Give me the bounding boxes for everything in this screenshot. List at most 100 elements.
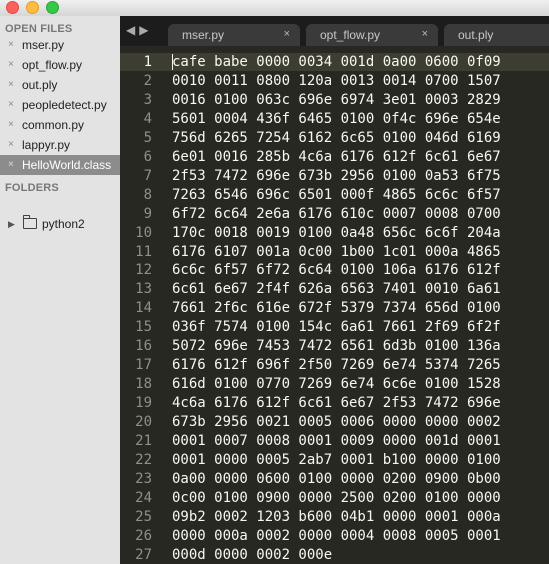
tab-out-ply[interactable]: out.ply bbox=[444, 24, 549, 46]
code-line: 5072 696e 7453 7472 6561 6d3b 0100 136a bbox=[172, 338, 501, 355]
line-number: 13 bbox=[135, 281, 152, 298]
line-number: 26 bbox=[135, 527, 152, 544]
zoom-window-button[interactable] bbox=[46, 1, 59, 14]
code-line: 09b2 0002 1203 b600 04b1 0000 0001 000a bbox=[172, 508, 501, 525]
sidebar: OPEN FILES × mser.py × opt_flow.py × out.ply ×… bbox=[0, 16, 121, 564]
tab-opt-flow-py[interactable]: opt_flow.py × bbox=[306, 24, 438, 46]
line-number: 20 bbox=[135, 414, 152, 431]
tab-nav-right-icon[interactable]: ▶ bbox=[139, 23, 152, 37]
tab-label: out.ply bbox=[458, 28, 494, 42]
folders-header: FOLDERS bbox=[5, 182, 59, 194]
tab-close-icon[interactable]: × bbox=[422, 28, 428, 40]
line-number: 21 bbox=[135, 433, 152, 449]
close-file-icon[interactable]: × bbox=[8, 35, 14, 55]
close-file-icon[interactable]: × bbox=[8, 95, 14, 115]
code-line: 2f53 7472 696e 673b 2956 0100 0a53 6f75 bbox=[172, 167, 501, 184]
code-line: 0016 0100 063c 696e 6974 3e01 0003 2829 bbox=[172, 91, 501, 108]
disclosure-triangle-icon[interactable]: ▶ bbox=[8, 214, 15, 234]
line-number: 1 bbox=[143, 54, 152, 70]
open-files-header: OPEN FILES bbox=[5, 23, 73, 35]
tab-bar: ◀▶ mser.py × opt_flow.py × out.ply bbox=[120, 16, 549, 46]
line-number: 3 bbox=[143, 91, 152, 108]
code-line: 4c6a 6176 612f 6c61 6e67 2f53 7472 696e bbox=[172, 395, 501, 412]
close-file-icon[interactable]: × bbox=[8, 155, 14, 175]
text-caret bbox=[172, 54, 173, 70]
open-file-name: opt_flow.py bbox=[22, 58, 83, 72]
line-number: 6 bbox=[143, 148, 152, 165]
code-line: 000d 0000 0002 000e bbox=[172, 546, 333, 563]
line-number: 25 bbox=[135, 508, 152, 525]
line-number: 9 bbox=[143, 205, 152, 222]
open-file-item[interactable]: × mser.py bbox=[0, 35, 120, 55]
open-file-item[interactable]: × peopledetect.py bbox=[0, 95, 120, 115]
folder-icon bbox=[23, 215, 37, 229]
line-number: 19 bbox=[135, 395, 152, 412]
title-bar bbox=[0, 0, 549, 16]
code-line: 5601 0004 436f 6465 0100 0f4c 696e 654e bbox=[172, 110, 501, 127]
code-line: 0001 0000 0005 2ab7 0001 b100 0000 0100 bbox=[172, 451, 501, 468]
code-line: 6f72 6c64 2e6a 6176 610c 0007 0008 0700 bbox=[172, 205, 501, 222]
code-line: 616d 0100 0770 7269 6e74 6c6e 0100 1528 bbox=[172, 376, 501, 393]
code-line: cafe babe 0000 0034 001d 0a00 0600 0f09 bbox=[172, 54, 501, 70]
minimize-window-button[interactable] bbox=[26, 1, 39, 14]
open-file-item[interactable]: × out.ply bbox=[0, 75, 120, 95]
editor-pane[interactable]: ◀▶ mser.py × opt_flow.py × out.ply 12345… bbox=[120, 16, 549, 564]
code-line: 170c 0018 0019 0100 0a48 656c 6c6f 204a bbox=[172, 224, 501, 241]
line-number: 10 bbox=[135, 224, 152, 241]
line-number-gutter: 1 2 3 4 5 6 7 8 9 10 11 12 13 14 15 16 17 18 19 20 21 22 23 24 2… bbox=[120, 52, 158, 564]
tab-close-icon[interactable]: × bbox=[284, 28, 290, 40]
code-line: 0010 0011 0800 120a 0013 0014 0700 1507 bbox=[172, 72, 501, 89]
line-number: 27 bbox=[135, 546, 152, 563]
open-file-name: peopledetect.py bbox=[22, 98, 107, 112]
open-file-item[interactable]: × lappyr.py bbox=[0, 135, 120, 155]
line-number: 4 bbox=[143, 110, 152, 127]
line-number: 16 bbox=[135, 338, 152, 355]
code-line: 756d 6265 7254 6162 6c65 0100 046d 6169 bbox=[172, 129, 501, 146]
close-file-icon[interactable]: × bbox=[8, 115, 14, 135]
code-line: 6176 6107 001a 0c00 1b00 1c01 000a 4865 bbox=[172, 243, 501, 260]
code-line: 0c00 0100 0900 0000 2500 0200 0100 0000 bbox=[172, 489, 501, 506]
line-number: 18 bbox=[135, 376, 152, 393]
line-number: 2 bbox=[143, 72, 152, 89]
close-window-button[interactable] bbox=[6, 1, 19, 14]
line-number: 24 bbox=[135, 489, 152, 506]
code-line: 7263 6546 696c 6501 000f 4865 6c6c 6f57 bbox=[172, 186, 501, 203]
code-line: 6e01 0016 285b 4c6a 6176 612f 6c61 6e67 bbox=[172, 148, 501, 165]
code-line: 6c61 6e67 2f4f 626a 6563 7401 0010 6a61 bbox=[172, 281, 501, 298]
folder-name: python2 bbox=[42, 217, 85, 231]
line-number: 15 bbox=[135, 319, 152, 336]
code-line: 036f 7574 0100 154c 6a61 7661 2f69 6f2f bbox=[172, 319, 501, 336]
code-line: 0a00 0000 0600 0100 0000 0200 0900 0b00 bbox=[172, 470, 501, 487]
code-line: 6c6c 6f57 6f72 6c64 0100 106a 6176 612f bbox=[172, 262, 501, 279]
close-file-icon[interactable]: × bbox=[8, 75, 14, 95]
tab-label: mser.py bbox=[182, 28, 225, 42]
tab-mser-py[interactable]: mser.py × bbox=[168, 24, 300, 46]
close-file-icon[interactable]: × bbox=[8, 135, 14, 155]
code-area[interactable]: cafe babe 0000 0034 001d 0a00 0600 0f09 0… bbox=[172, 52, 549, 564]
tab-nav-arrows: ◀▶ bbox=[126, 23, 152, 37]
code-line: 7661 2f6c 616e 672f 5379 7374 656d 0100 bbox=[172, 300, 501, 317]
close-file-icon[interactable]: × bbox=[8, 55, 14, 75]
line-number: 23 bbox=[135, 470, 152, 487]
line-number: 7 bbox=[143, 167, 152, 184]
code-line: 6176 612f 696f 2f50 7269 6e74 5374 7265 bbox=[172, 357, 501, 374]
folder-item-python2[interactable]: ▶ python2 bbox=[0, 214, 120, 234]
code-line: 673b 2956 0021 0005 0006 0000 0000 0002 bbox=[172, 414, 501, 431]
code-line: 0001 0007 0008 0001 0009 0000 001d 0001 bbox=[172, 433, 501, 449]
open-file-name: out.ply bbox=[22, 78, 58, 92]
line-number: 14 bbox=[135, 300, 152, 317]
open-file-item[interactable]: × common.py bbox=[0, 115, 120, 135]
open-file-name: lappyr.py bbox=[22, 138, 71, 152]
tab-nav-left-icon[interactable]: ◀ bbox=[126, 23, 139, 37]
line-number: 8 bbox=[143, 186, 152, 203]
code-line: 0000 000a 0002 0000 0004 0008 0005 0001 bbox=[172, 527, 501, 544]
line-number: 12 bbox=[135, 262, 152, 279]
line-number: 11 bbox=[135, 243, 152, 260]
line-number: 17 bbox=[135, 357, 152, 374]
open-file-item[interactable]: × opt_flow.py bbox=[0, 55, 120, 75]
tab-label: opt_flow.py bbox=[320, 28, 381, 42]
open-file-item[interactable]: × HelloWorld.class bbox=[0, 155, 120, 175]
line-number: 22 bbox=[135, 451, 152, 468]
open-file-name: mser.py bbox=[22, 38, 65, 52]
open-file-name: common.py bbox=[22, 118, 85, 132]
